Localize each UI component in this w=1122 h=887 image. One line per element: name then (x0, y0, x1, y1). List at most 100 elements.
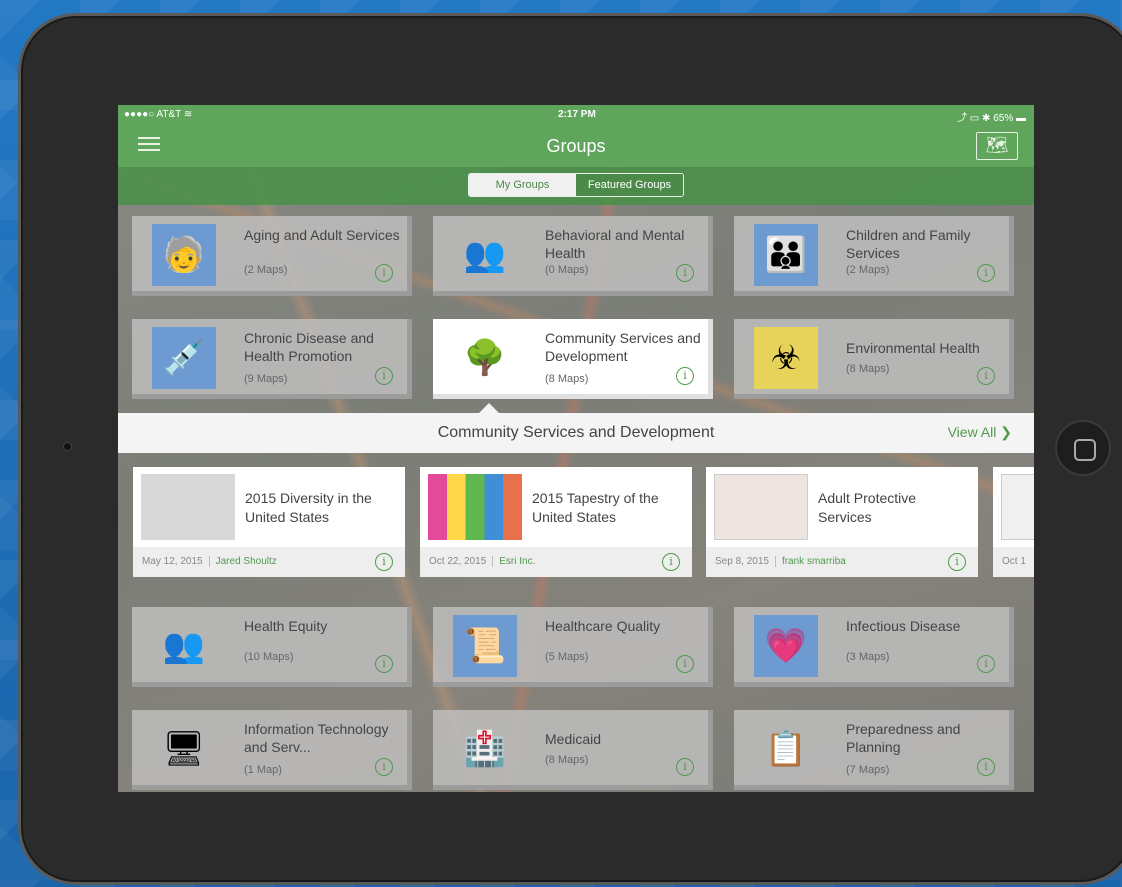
group-map-count: (10 Maps) (244, 651, 294, 663)
group-card[interactable]: 💗 Infectious Disease (3 Maps) i (734, 607, 1014, 687)
carrier-label: ●●●●○ AT&T ≋ (124, 109, 193, 120)
map-date: Sep 8, 2015 (715, 556, 769, 567)
map-owner[interactable]: Esri Inc. (492, 556, 536, 567)
info-icon[interactable]: i (375, 655, 393, 673)
group-map-count: (0 Maps) (545, 264, 589, 276)
family-icon: 👪 (754, 224, 818, 286)
info-icon[interactable]: i (676, 264, 694, 282)
computer-icon: 🖥 (162, 730, 206, 768)
map-card[interactable]: Adult Protective Services Sep 8, 2015 fra… (706, 467, 978, 577)
map-footer: May 12, 2015 Jared Shoultz (133, 547, 405, 577)
map-footer: Oct 1 (993, 547, 1034, 577)
map-footer: Oct 22, 2015 Esri Inc. (420, 547, 692, 577)
group-card-selected[interactable]: 🌳 Community Services and Development (8 … (433, 319, 713, 399)
info-icon[interactable]: i (662, 553, 680, 571)
nav-bar: Groups 🗺 (118, 125, 1034, 167)
syringe-icon: 💉 (152, 327, 216, 389)
app-screen: ●●●●○ AT&T ≋ 2:17 PM ⤴ ▭ ✱ 65% ▬ Groups … (118, 105, 1034, 792)
info-icon[interactable]: i (676, 655, 694, 673)
group-card[interactable]: 👥 Health Equity (10 Maps) i (132, 607, 412, 687)
status-bar: ●●●●○ AT&T ≋ 2:17 PM ⤴ ▭ ✱ 65% ▬ (118, 105, 1034, 125)
page-title: Groups (546, 136, 606, 156)
webmap-thumbnail (1001, 474, 1034, 540)
group-map-count: (2 Maps) (244, 264, 288, 276)
view-all-link[interactable]: View All ❯ (948, 424, 1012, 441)
info-icon[interactable]: i (948, 553, 966, 571)
info-icon[interactable]: i (375, 264, 393, 282)
map-card-partial[interactable]: Oct 1 (993, 467, 1034, 577)
group-map-count: (3 Maps) (846, 651, 890, 663)
map-date: May 12, 2015 (142, 556, 203, 567)
group-name: Infectious Disease (846, 618, 961, 634)
group-name: Chronic Disease and Health Promotion (244, 330, 374, 364)
map-title: Adult Protective Services (818, 490, 917, 525)
group-map-count: (1 Map) (244, 764, 282, 776)
group-card[interactable]: ☣ Environmental Health (8 Maps) i (734, 319, 1014, 399)
group-map-count: (7 Maps) (846, 764, 890, 776)
group-name: Medicaid (545, 731, 602, 747)
people-heart-icon: 👥 (162, 627, 206, 665)
map-title: 2015 Tapestry of the United States (532, 490, 659, 525)
world-map-icon[interactable]: 🗺 (976, 132, 1018, 160)
group-card[interactable]: 📜 Healthcare Quality (5 Maps) i (433, 607, 713, 687)
hospital-icon: 🏥 (463, 730, 507, 768)
map-date: Oct 1 (1002, 556, 1026, 567)
status-time: 2:17 PM (558, 109, 596, 120)
battery-status: ⤴ ▭ ✱ 65% ▬ (957, 113, 1026, 124)
tab-featured-groups[interactable]: Featured Groups (576, 174, 683, 196)
world-map-thumbnail (141, 474, 235, 540)
map-title: 2015 Diversity in the United States (245, 490, 372, 525)
group-card[interactable]: 📋 Preparedness and Planning (7 Maps) i (734, 710, 1014, 790)
info-icon[interactable]: i (977, 264, 995, 282)
group-name: Community Services and Development (545, 330, 701, 364)
segment-bar: My Groups Featured Groups (118, 167, 1034, 205)
info-icon[interactable]: i (375, 367, 393, 385)
group-card[interactable]: 🧓 Aging and Adult Services (2 Maps) i (132, 216, 412, 296)
group-card[interactable]: 💉 Chronic Disease and Health Promotion (… (132, 319, 412, 399)
group-card[interactable]: 👪 Children and Family Services (2 Maps) … (734, 216, 1014, 296)
elderly-people-icon: 🧓 (152, 224, 216, 286)
group-map-count: (5 Maps) (545, 651, 589, 663)
info-icon[interactable]: i (676, 367, 694, 385)
map-card[interactable]: 2015 Tapestry of the United States Oct 2… (420, 467, 692, 577)
map-date: Oct 22, 2015 (429, 556, 487, 567)
chevron-right-icon: ❯ (1000, 424, 1012, 440)
group-detail-title: Community Services and Development (437, 424, 715, 441)
webmap-thumbnail (714, 474, 808, 540)
info-icon[interactable]: i (375, 758, 393, 776)
group-name: Environmental Health (846, 340, 980, 356)
selection-pointer (479, 403, 499, 413)
group-name: Information Technology and Serv... (244, 721, 389, 755)
group-map-count: (8 Maps) (846, 363, 890, 375)
park-tree-icon: 🌳 (463, 339, 507, 377)
heart-monitor-icon: 💗 (754, 615, 818, 677)
map-owner[interactable]: Jared Shoultz (208, 556, 277, 567)
group-people-icon: 👥 (463, 236, 507, 274)
group-name: Aging and Adult Services (244, 227, 400, 243)
group-map-count: (8 Maps) (545, 754, 589, 766)
group-card[interactable]: 🏥 Medicaid (8 Maps) i (433, 710, 713, 790)
info-icon[interactable]: i (977, 367, 995, 385)
group-type-segmented-control: My Groups Featured Groups (468, 173, 684, 197)
group-name: Children and Family Services (846, 227, 971, 261)
front-camera (63, 442, 72, 451)
view-all-label: View All (947, 424, 997, 440)
group-name: Healthcare Quality (545, 618, 661, 634)
biohazard-icon: ☣ (754, 327, 818, 389)
info-icon[interactable]: i (977, 655, 995, 673)
tab-my-groups[interactable]: My Groups (469, 174, 576, 196)
map-owner[interactable]: frank smarriba (774, 556, 846, 567)
info-icon[interactable]: i (977, 758, 995, 776)
tapestry-map-thumbnail (428, 474, 522, 540)
group-map-count: (9 Maps) (244, 373, 288, 385)
map-card[interactable]: 2015 Diversity in the United States May … (133, 467, 405, 577)
certificate-icon: 📜 (453, 615, 517, 677)
planning-board-icon: 📋 (764, 730, 808, 768)
group-card[interactable]: 👥 Behavioral and Mental Health (0 Maps) … (433, 216, 713, 296)
home-button[interactable] (1055, 420, 1111, 476)
group-map-count: (2 Maps) (846, 264, 890, 276)
info-icon[interactable]: i (375, 553, 393, 571)
info-icon[interactable]: i (676, 758, 694, 776)
group-name: Preparedness and Planning (846, 721, 961, 755)
group-card[interactable]: 🖥 Information Technology and Serv... (1 … (132, 710, 412, 790)
